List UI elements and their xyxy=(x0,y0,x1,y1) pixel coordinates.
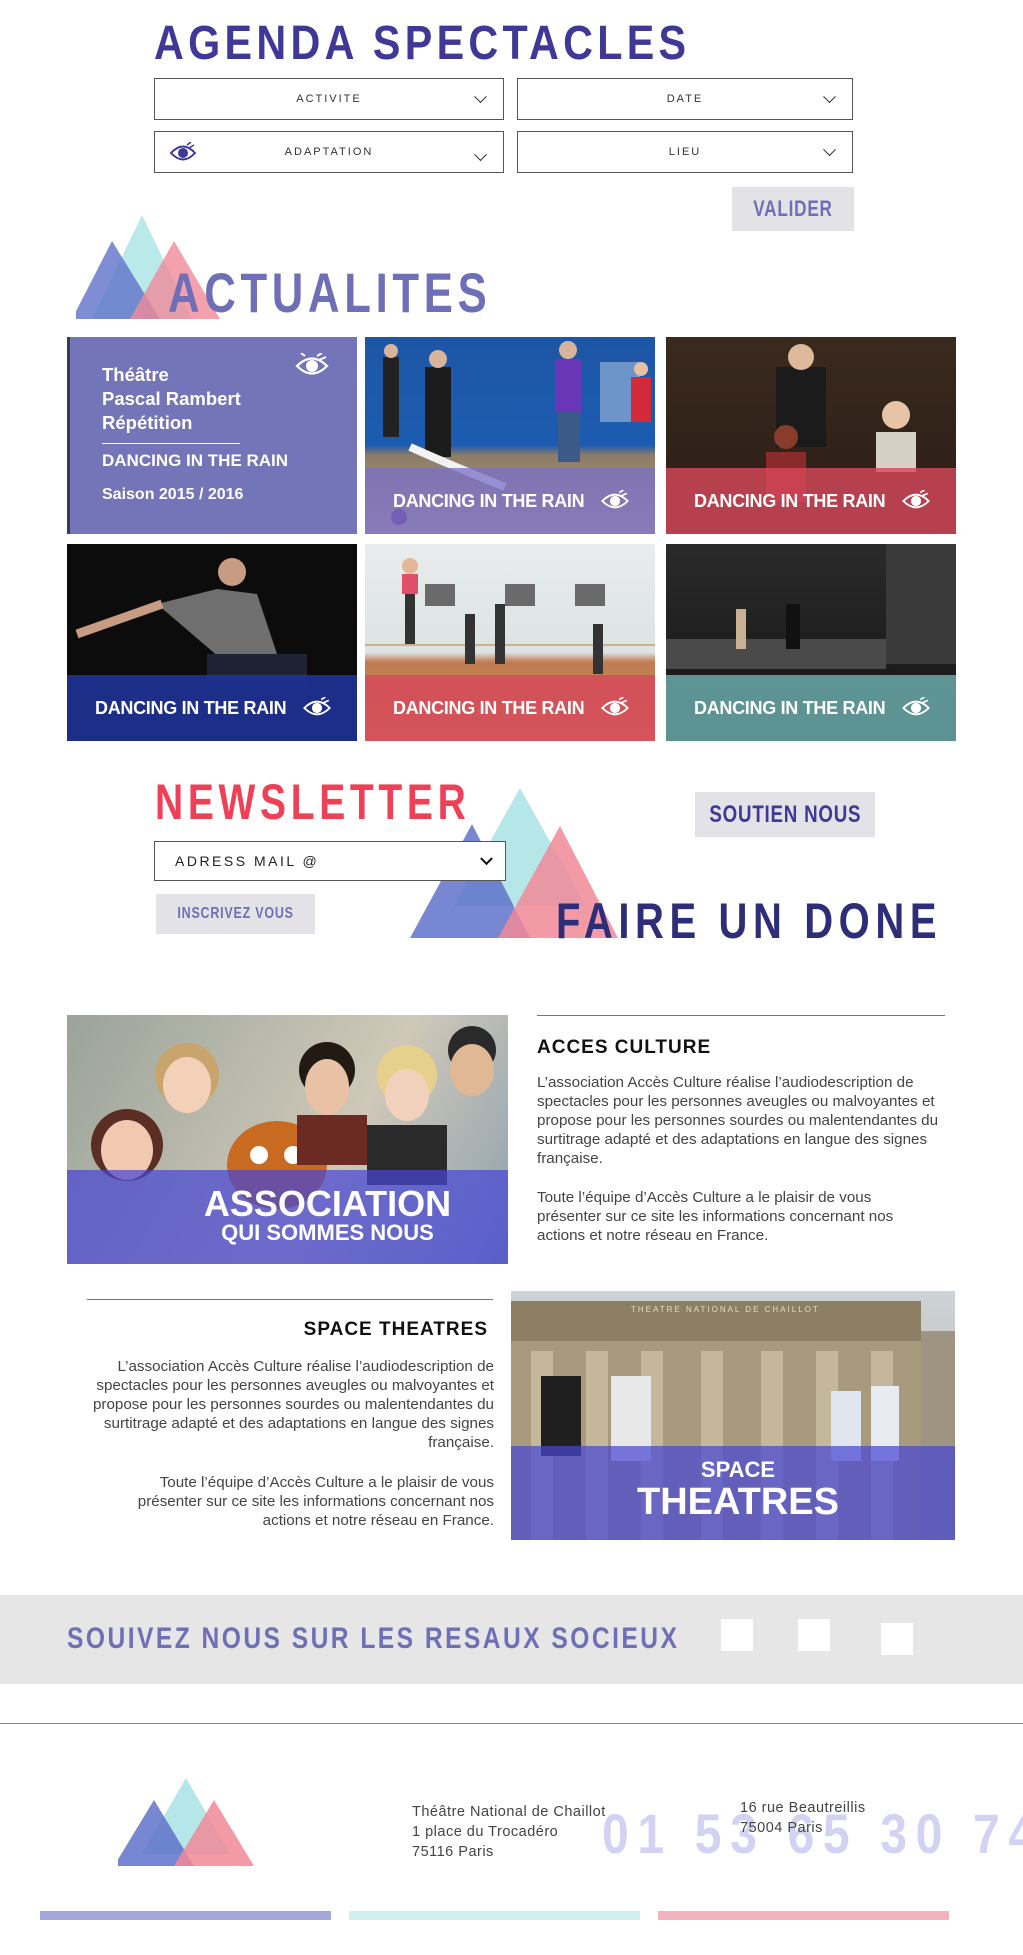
eye-icon xyxy=(169,142,197,161)
association-para1: L’association Accès Culture réalise l’au… xyxy=(537,1074,939,1167)
valider-label: VALIDER xyxy=(753,196,833,221)
space-banner-text: THEATRE NATIONAL DE CHAILLOT xyxy=(631,1305,820,1314)
email-placeholder: ADRESS MAIL @ xyxy=(175,853,320,869)
feature-divider xyxy=(102,443,240,444)
tile-label: DANCING IN THE RAIN xyxy=(694,697,886,718)
agenda-title: AGENDA SPECTACLES xyxy=(154,17,691,70)
date-label: DATE xyxy=(666,93,704,105)
tile-band: DANCING IN THE RAIN xyxy=(67,675,357,741)
footer-address1-line: 1 place du Trocadéro xyxy=(412,1824,559,1840)
footer-stripe-teal xyxy=(349,1911,640,1920)
space-overlay-big: THEATRES xyxy=(637,1481,839,1523)
tile-label: DANCING IN THE RAIN xyxy=(694,490,886,511)
eye-icon xyxy=(902,490,931,509)
lieu-label: LIEU xyxy=(668,146,702,158)
space-image[interactable]: THEATRE NATIONAL DE CHAILLOT SPACE THEAT… xyxy=(511,1291,955,1540)
date-select[interactable]: DATE xyxy=(517,78,853,120)
eye-icon xyxy=(295,353,329,375)
space-para2: Toute l’équipe d’Accès Culture a le plai… xyxy=(137,1474,494,1529)
feature-season: Saison 2015 / 2016 xyxy=(102,486,244,503)
actualites-title: ACTUALITES xyxy=(168,261,492,324)
chevron-down-icon xyxy=(474,148,487,161)
adaptation-label: ADAPTATION xyxy=(284,146,374,158)
space-overlay: SPACE THEATRES xyxy=(511,1446,955,1540)
tile-label: DANCING IN THE RAIN xyxy=(393,697,585,718)
news-tile[interactable]: DANCING IN THE RAIN xyxy=(666,337,956,534)
chevron-down-icon xyxy=(474,90,487,104)
footer-address1-line: 75116 Paris xyxy=(412,1844,494,1860)
email-field[interactable]: ADRESS MAIL @ xyxy=(154,841,506,881)
association-image[interactable]: ASSOCIATION QUI SOMMES NOUS xyxy=(67,1015,508,1264)
activite-select[interactable]: ACTIVITE xyxy=(154,78,504,120)
support-button[interactable]: SOUTIEN NOUS xyxy=(695,792,875,837)
association-overlay: ASSOCIATION QUI SOMMES NOUS xyxy=(67,1170,508,1264)
footer-address2: 16 rue Beautreillis 75004 Paris xyxy=(740,1798,866,1838)
feature-show: DANCING IN THE RAIN xyxy=(102,451,289,470)
association-para2: Toute l’équipe d’Accès Culture a le plai… xyxy=(537,1189,894,1244)
activite-label: ACTIVITE xyxy=(296,93,362,105)
social-facebook-icon[interactable] xyxy=(721,1619,753,1651)
feature-line3: Répétition xyxy=(102,412,193,433)
support-label: SOUTIEN NOUS xyxy=(709,800,861,828)
social-twitter-icon[interactable] xyxy=(798,1619,830,1651)
tile-band: DANCING IN THE RAIN xyxy=(365,468,655,534)
association-divider xyxy=(537,1015,945,1016)
adaptation-select[interactable]: ADAPTATION xyxy=(154,131,504,173)
feature-line1: Théâtre xyxy=(102,364,169,385)
news-tile[interactable]: DANCING IN THE RAIN xyxy=(67,544,357,741)
feature-tile[interactable]: Théâtre Pascal Rambert Répétition DANCIN… xyxy=(67,337,357,534)
space-heading: SPACE THEATRES xyxy=(303,1319,488,1340)
eye-icon xyxy=(601,697,630,716)
space-para1: L’association Accès Culture réalise l’au… xyxy=(92,1358,494,1451)
footer-address2-line: 16 rue Beautreillis xyxy=(740,1800,866,1816)
footer-address1: Théâtre National de Chaillot 1 place du … xyxy=(412,1802,606,1862)
lieu-select[interactable]: LIEU xyxy=(517,131,853,173)
news-tile[interactable]: DANCING IN THE RAIN xyxy=(365,337,655,534)
footer-address2-line: 75004 Paris xyxy=(740,1820,823,1836)
tile-band: DANCING IN THE RAIN xyxy=(666,675,956,741)
social-instagram-icon[interactable] xyxy=(881,1623,913,1655)
footer-address1-line: Théâtre National de Chaillot xyxy=(412,1804,606,1820)
news-tile[interactable]: DANCING IN THE RAIN xyxy=(666,544,956,741)
tile-label: DANCING IN THE RAIN xyxy=(393,490,585,511)
space-overlay-small: SPACE xyxy=(700,1457,776,1482)
footer-stripe-blue xyxy=(40,1911,331,1920)
eye-icon xyxy=(601,490,630,509)
footer-divider xyxy=(0,1723,1023,1724)
tile-band: DANCING IN THE RAIN xyxy=(666,468,956,534)
space-divider xyxy=(87,1299,493,1300)
subscribe-button[interactable]: INSCRIVEZ VOUS xyxy=(156,894,315,934)
eye-icon xyxy=(303,697,332,716)
social-title: SOUIVEZ NOUS SUR LES RESAUX SOCIEUX xyxy=(67,1622,680,1655)
tile-band: DANCING IN THE RAIN xyxy=(365,675,655,741)
donate-title: FAIRE UN DONE xyxy=(556,893,943,949)
association-heading: ACCES CULTURE xyxy=(537,1037,712,1058)
eye-icon xyxy=(902,697,931,716)
chevron-down-icon xyxy=(823,90,836,104)
feature-line2: Pascal Rambert xyxy=(102,388,241,409)
chevron-down-icon xyxy=(480,852,493,866)
footer-stripe-pink xyxy=(658,1911,949,1920)
valider-button[interactable]: VALIDER xyxy=(732,187,854,231)
subscribe-label: INSCRIVEZ VOUS xyxy=(177,905,294,922)
tile-label: DANCING IN THE RAIN xyxy=(95,697,287,718)
chevron-down-icon xyxy=(823,143,836,157)
news-tile[interactable]: DANCING IN THE RAIN xyxy=(365,544,655,741)
association-overlay-small: QUI SOMMES NOUS xyxy=(221,1220,434,1245)
footer-triangles-logo xyxy=(118,1778,254,1866)
association-overlay-big: ASSOCIATION xyxy=(203,1183,452,1224)
